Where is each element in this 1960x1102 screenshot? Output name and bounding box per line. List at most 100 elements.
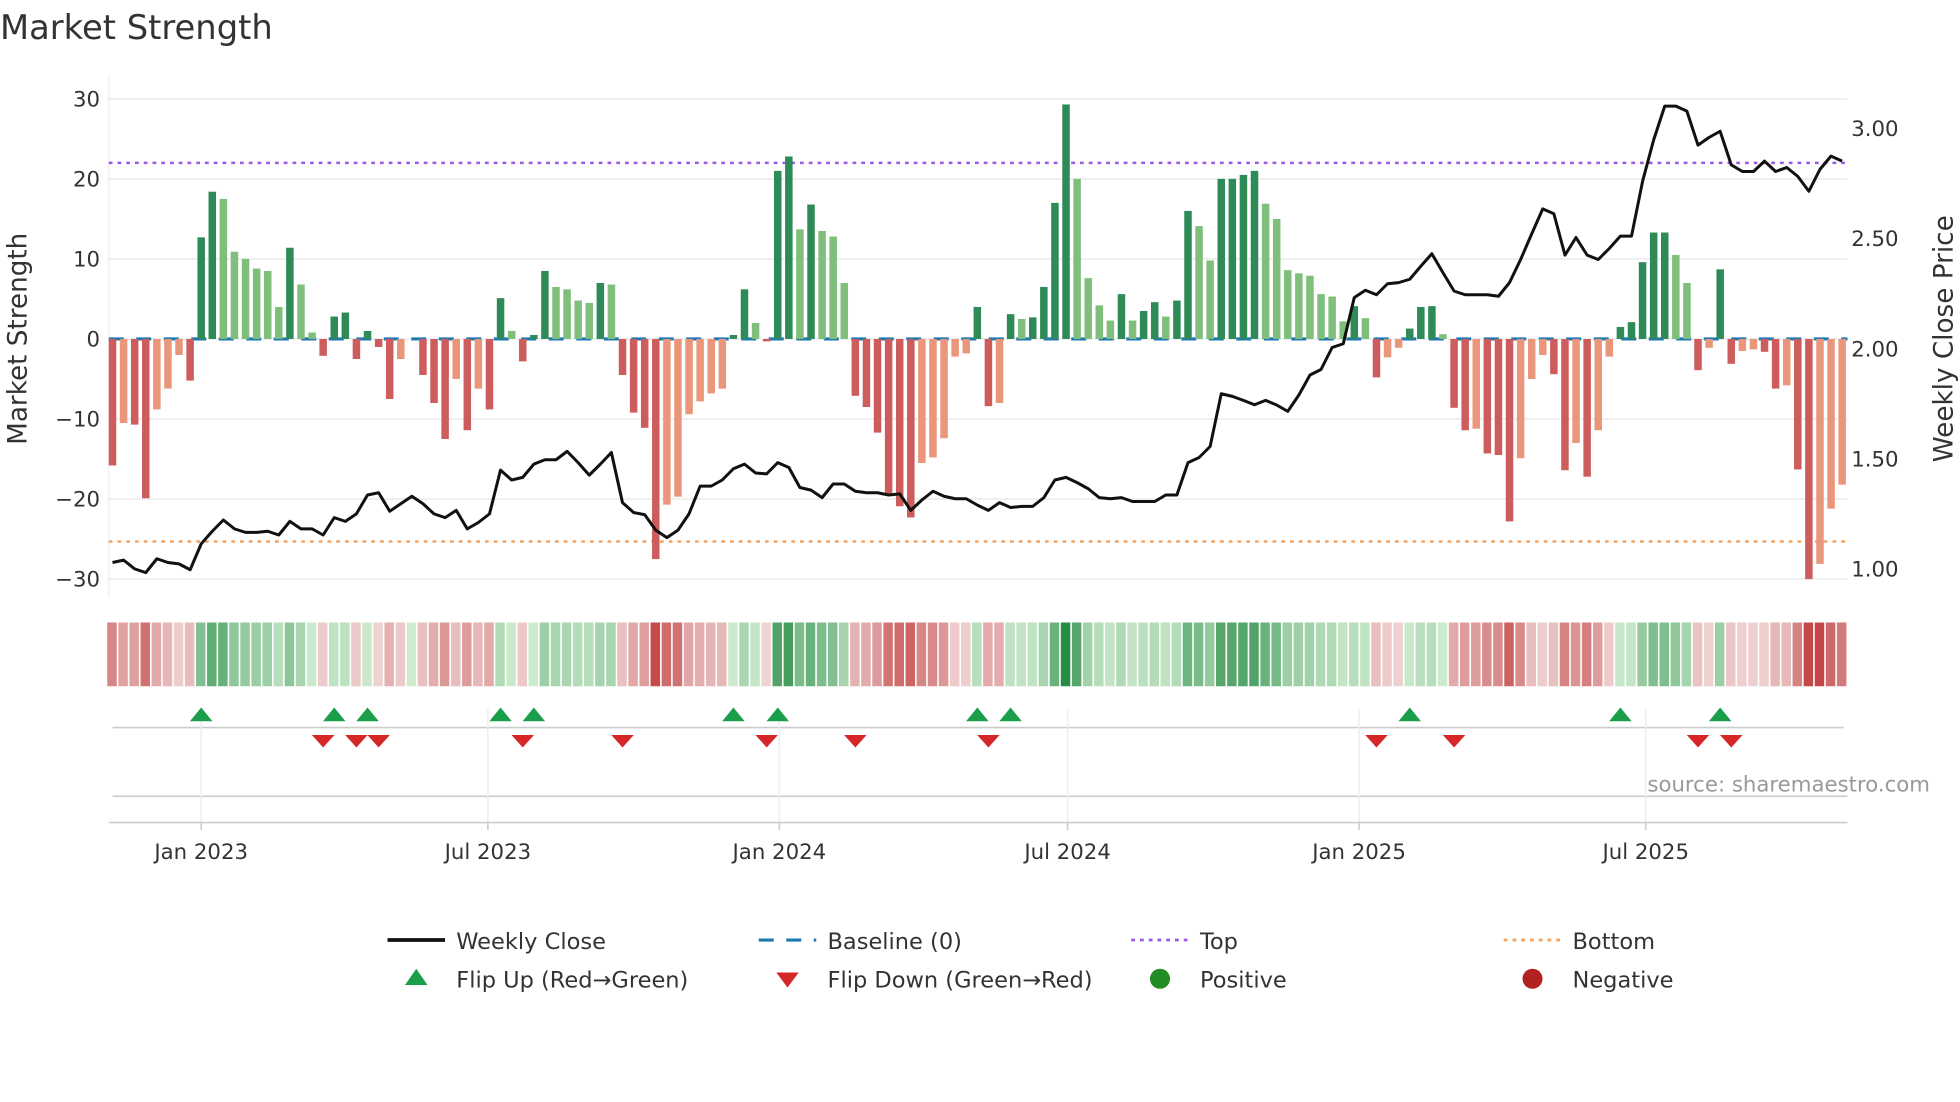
flip-down-marker <box>311 735 335 748</box>
heat-cell <box>650 622 661 687</box>
flip-up-marker <box>1708 707 1732 722</box>
positive-bar <box>973 306 982 339</box>
positive-bar <box>1661 232 1669 339</box>
heat-cell <box>628 622 638 687</box>
heat-cell <box>1726 622 1736 687</box>
negative-bar <box>1694 338 1702 371</box>
positive-bar <box>341 312 350 339</box>
heat-cell <box>1149 622 1159 687</box>
negative-bar <box>984 338 993 407</box>
negative-bar <box>1572 338 1580 444</box>
flip-down-marker <box>755 735 778 748</box>
heat-cell <box>750 622 760 687</box>
heat-cell <box>1204 622 1215 687</box>
heat-cell <box>118 622 128 687</box>
heat-cell <box>1792 622 1803 687</box>
flip-down-marker <box>844 735 867 748</box>
heat-cell <box>306 622 317 687</box>
negative-bar <box>1738 338 1747 351</box>
heat-cell <box>1349 622 1359 687</box>
negative-bar <box>474 338 483 389</box>
heat-cell <box>606 622 616 687</box>
positive-bar <box>1361 318 1370 339</box>
heat-cell <box>761 622 771 687</box>
flip-up-marker <box>1609 707 1632 722</box>
heat-cell <box>1670 622 1681 687</box>
heat-cell <box>983 622 993 687</box>
heat-cell <box>694 622 705 687</box>
heat-cell <box>861 622 871 687</box>
heat-cell <box>384 622 394 687</box>
positive-bar <box>1173 300 1181 339</box>
heat-cell <box>1382 622 1392 687</box>
positive-bar <box>1162 316 1170 339</box>
negative-bar <box>485 338 494 410</box>
positive-bar <box>1073 178 1081 339</box>
heat-cell <box>1027 622 1038 687</box>
heat-cell <box>1393 622 1403 687</box>
heat-cell <box>617 622 627 687</box>
positive-bar <box>286 247 294 339</box>
x-tick-label: Jul 2023 <box>443 840 531 865</box>
negative-bar <box>1760 338 1769 352</box>
negative-bar <box>108 338 117 466</box>
negative-bar <box>1805 338 1813 580</box>
y-tick-label: 10 <box>73 247 100 272</box>
negative-bar <box>995 338 1004 404</box>
positive-bar <box>1417 306 1425 339</box>
negative-bar <box>1461 338 1469 431</box>
negative-bar <box>1583 338 1591 477</box>
heat-cell <box>783 622 794 687</box>
positive-bar <box>308 332 316 339</box>
heat-cell <box>1193 622 1204 687</box>
heat-cell <box>1282 622 1293 687</box>
heat-cell <box>450 622 461 687</box>
negative-bar <box>762 338 771 342</box>
positive-bar <box>840 282 849 339</box>
positive-bar <box>607 284 616 339</box>
negative-bar <box>696 338 704 402</box>
heat-cell <box>495 622 505 687</box>
heat-cell <box>595 622 605 687</box>
heat-cell <box>317 622 328 687</box>
positive-bar <box>1439 334 1447 339</box>
y2-tick-label: 2.50 <box>1851 227 1898 252</box>
flip-up-marker <box>766 707 789 722</box>
positive-bar <box>1250 170 1259 339</box>
positive-bar <box>740 289 749 339</box>
heat-cell <box>1371 622 1381 687</box>
negative-bar <box>1838 338 1846 485</box>
heat-cell <box>1260 622 1270 687</box>
heat-cell <box>362 622 372 687</box>
legend-flip-down-icon <box>776 972 799 988</box>
positive-bar <box>818 230 826 339</box>
positive-bar <box>1295 273 1303 339</box>
heat-cell <box>661 622 672 687</box>
negative-bar <box>918 338 926 464</box>
heat-cell <box>794 622 805 687</box>
heat-cell <box>1016 622 1026 687</box>
positive-bar <box>1317 294 1325 339</box>
negative-bar <box>153 338 161 410</box>
positive-bar <box>596 282 605 339</box>
negative-bar <box>164 338 172 389</box>
positive-bar <box>785 156 793 339</box>
heat-cell <box>229 622 239 687</box>
heat-cell <box>1803 622 1814 687</box>
heat-cell <box>705 622 716 687</box>
negative-bar <box>1372 338 1381 378</box>
negative-bar <box>1605 338 1614 357</box>
x-tick-label: Jul 2024 <box>1022 840 1110 865</box>
heat-cell <box>1415 622 1426 687</box>
positive-bar <box>751 322 760 339</box>
positive-bar <box>1428 306 1436 339</box>
negative-bar <box>518 338 527 362</box>
positive-bar <box>1306 275 1314 339</box>
heat-cell <box>240 622 250 687</box>
flip-markers-panel <box>112 707 1848 826</box>
positive-bar <box>807 204 815 339</box>
heat-cell <box>1637 622 1647 687</box>
heat-cell <box>816 622 827 687</box>
heat-cell <box>439 622 450 687</box>
positive-bar <box>1239 174 1248 339</box>
